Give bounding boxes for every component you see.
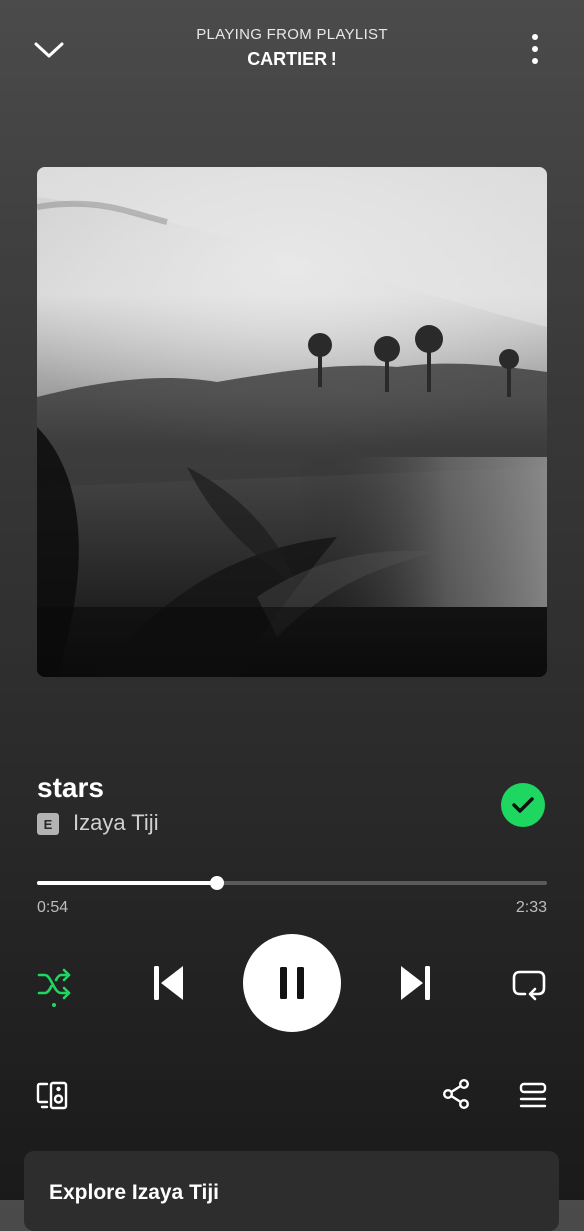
liked-button[interactable] [501,783,545,827]
connect-devices-icon [36,1081,68,1110]
playlist-name[interactable]: CARTIER ! [0,49,584,70]
skip-previous-icon [154,966,183,1000]
artist-name[interactable]: Izaya Tiji [73,810,159,836]
pause-icon [280,967,304,999]
repeat-icon [512,970,546,1001]
elapsed-time: 0:54 [37,899,69,916]
repeat-button[interactable] [507,962,551,1006]
skip-next-icon [401,966,430,1000]
previous-button[interactable] [146,960,190,1006]
explore-artist-card[interactable]: Explore Izaya Tiji [24,1151,559,1231]
duration-time: 2:33 [515,899,547,916]
queue-icon [519,1082,547,1108]
more-vertical-icon [532,34,538,64]
explore-artist-title: Explore Izaya Tiji [49,1181,220,1204]
playing-from-label: PLAYING FROM PLAYLIST [196,26,388,43]
album-art [37,167,547,677]
queue-button[interactable] [513,1075,553,1115]
progress-fill [37,881,218,885]
pause-button[interactable] [243,934,341,1032]
shuffle-button[interactable] [32,962,78,1006]
explicit-badge: E [37,813,59,835]
share-button[interactable] [436,1074,476,1114]
share-icon [442,1079,470,1110]
next-button[interactable] [394,960,438,1006]
progress-bar[interactable] [37,876,547,890]
shuffle-active-indicator [52,1003,56,1007]
check-icon [512,797,534,813]
shuffle-icon [37,968,71,1000]
progress-handle[interactable] [210,876,225,890]
connect-devices-button[interactable] [32,1075,72,1115]
track-title[interactable]: stars [37,772,104,804]
more-options-button[interactable] [516,30,554,68]
